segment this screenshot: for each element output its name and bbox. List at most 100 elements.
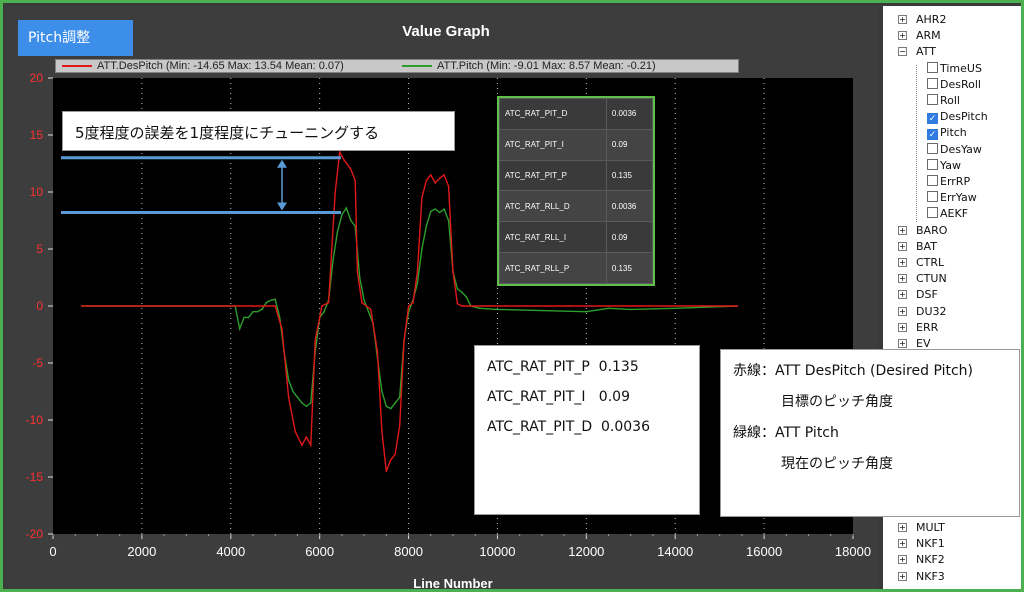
tree-item-label: ERR — [916, 320, 939, 334]
expand-icon[interactable]: + — [898, 306, 907, 316]
collapse-icon[interactable]: − — [898, 47, 907, 57]
expand-icon[interactable]: + — [898, 241, 907, 251]
tree-item-baro[interactable]: + BARO — [898, 223, 947, 239]
checkbox-icon[interactable] — [927, 158, 938, 170]
data-point-despitch — [416, 271, 419, 273]
x-tick-label: 12000 — [568, 544, 604, 559]
tree-item-nkf3[interactable]: + NKF3 — [898, 569, 945, 585]
data-point-despitch — [294, 430, 297, 433]
x-tick-label: 18000 — [835, 544, 871, 559]
tree-item-roll[interactable]: Roll — [927, 93, 960, 109]
expand-icon[interactable]: + — [898, 523, 907, 532]
data-point-despitch — [398, 424, 401, 427]
y-tick-label: -20 — [26, 527, 44, 541]
green-line-desc: 現在のピッチ角度 — [781, 456, 893, 472]
data-point-despitch — [361, 301, 363, 304]
data-point-despitch — [430, 174, 432, 176]
x-tick-label: 8000 — [394, 544, 423, 559]
checkbox-icon[interactable] — [927, 142, 938, 154]
table-row: ATC_RAT_RLL_I 0.09 — [499, 221, 654, 254]
tree-item-label: AEKF — [940, 207, 969, 221]
tree-item-nkf2[interactable]: + NKF2 — [898, 552, 945, 568]
tree-item-desroll[interactable]: DesRoll — [927, 77, 981, 93]
checkbox-icon[interactable] — [927, 191, 938, 203]
y-tick-label: 0 — [36, 299, 43, 313]
tree-item-label: NKF3 — [916, 569, 945, 583]
tree-item-label: CTUN — [916, 272, 947, 286]
tree-item-arm[interactable]: + ARM — [898, 28, 941, 44]
y-tick-label: 15 — [30, 128, 44, 142]
expand-icon[interactable]: + — [898, 274, 907, 284]
expand-icon[interactable]: + — [898, 225, 907, 235]
expand-icon[interactable]: + — [898, 15, 907, 24]
data-point-despitch — [412, 301, 414, 304]
data-point-pitch — [674, 307, 676, 310]
tree-item-timeus[interactable]: TimeUS — [927, 61, 982, 77]
data-point-despitch — [381, 430, 383, 433]
checkbox-icon[interactable] — [927, 61, 938, 73]
param-name: ATC_RAT_RLL_I — [499, 221, 607, 254]
data-point-despitch — [390, 459, 392, 461]
data-point-despitch — [301, 444, 303, 446]
expand-icon[interactable]: + — [898, 539, 907, 549]
tree-item-label: DesYaw — [940, 142, 982, 156]
data-point-pitch — [296, 396, 299, 399]
expand-icon[interactable]: + — [898, 322, 907, 332]
data-point-despitch — [465, 305, 468, 307]
tree-item-aekf[interactable]: AEKF — [927, 206, 968, 222]
expand-icon[interactable]: + — [898, 31, 907, 41]
tree-item-desyaw[interactable]: DesYaw — [927, 142, 982, 158]
tree-item-despitch[interactable]: ✓ DesPitch — [927, 109, 988, 125]
data-point-despitch — [252, 305, 254, 307]
checkbox-icon[interactable]: ✓ — [927, 113, 938, 125]
tree-item-mult[interactable]: + MULT — [898, 520, 945, 536]
tree-item-err[interactable]: + ERR — [898, 320, 938, 336]
tree-item-label: ARM — [916, 29, 941, 43]
param-name: ATC_RAT_PIT_I — [499, 128, 607, 161]
y-tick-label: -10 — [26, 413, 44, 427]
data-point-pitch — [434, 208, 437, 210]
data-point-pitch — [270, 299, 272, 302]
data-point-despitch — [321, 305, 323, 307]
data-point-despitch — [421, 196, 423, 199]
tree-item-label: AHR2 — [916, 13, 947, 26]
checkbox-icon[interactable] — [927, 175, 938, 186]
param-line-p: ATC_RAT_PIT_P 0.135 — [487, 359, 639, 375]
y-tick-label: 20 — [30, 71, 44, 85]
legend-swatch-green — [402, 65, 432, 68]
data-point-pitch — [292, 390, 294, 393]
x-tick-label: 16000 — [746, 544, 782, 559]
expand-icon[interactable]: + — [898, 339, 907, 348]
tree-item-yaw[interactable]: Yaw — [927, 158, 961, 174]
expand-icon[interactable]: + — [898, 555, 907, 565]
tree-item-ctrl[interactable]: + CTRL — [898, 255, 944, 271]
tree-item-bat[interactable]: + BAT — [898, 239, 937, 255]
expand-icon[interactable]: + — [898, 258, 907, 267]
expand-icon[interactable]: + — [898, 571, 907, 581]
tree-item-ahr2[interactable]: + AHR2 — [898, 12, 946, 28]
data-point-pitch — [261, 308, 263, 311]
tree-item-erryaw[interactable]: ErrYaw — [927, 190, 977, 206]
expand-icon[interactable]: + — [898, 290, 907, 300]
data-point-despitch — [338, 151, 341, 153]
tree-item-att[interactable]: − ATT — [898, 44, 936, 60]
data-point-pitch — [301, 402, 303, 404]
tree-item-dsf[interactable]: + DSF — [898, 287, 938, 303]
tree-item-du32[interactable]: + DU32 — [898, 304, 947, 320]
table-row: ATC_RAT_RLL_D 0.0036 — [499, 190, 654, 223]
data-point-pitch — [323, 310, 325, 313]
checkbox-icon[interactable] — [927, 94, 938, 105]
checkbox-icon[interactable]: ✓ — [927, 129, 938, 141]
param-value: 0.135 — [605, 159, 654, 192]
tree-item-label: CTRL — [916, 256, 945, 269]
tree-item-nkf1[interactable]: + NKF1 — [898, 536, 945, 552]
tree-item-label: BAT — [916, 239, 937, 253]
checkbox-icon[interactable] — [927, 207, 938, 219]
tree-item-ctun[interactable]: + CTUN — [898, 271, 947, 287]
tree-item-errrp[interactable]: ErrRP — [927, 174, 970, 190]
checkbox-icon[interactable] — [927, 77, 938, 89]
data-point-despitch — [407, 305, 410, 307]
tree-item-pitch[interactable]: ✓ Pitch — [927, 125, 967, 141]
data-point-pitch — [287, 379, 290, 381]
data-point-despitch — [350, 168, 352, 170]
